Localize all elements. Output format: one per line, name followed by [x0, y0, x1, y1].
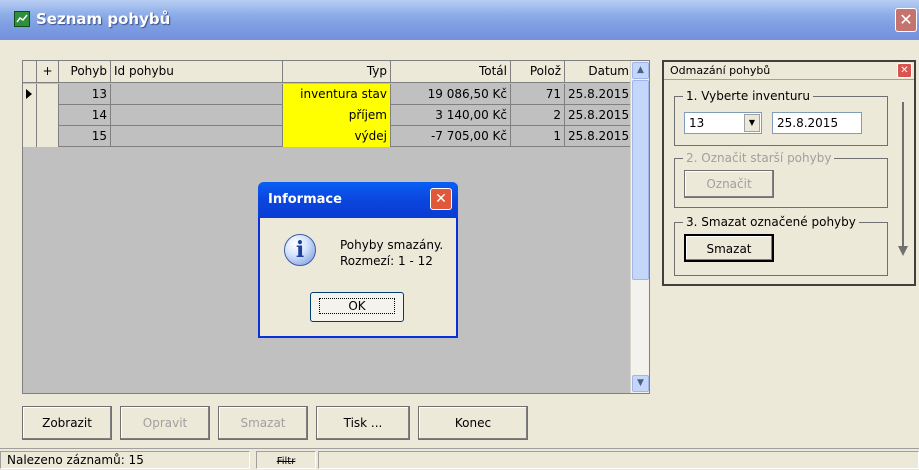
scroll-up-icon[interactable]: ▲: [632, 62, 649, 79]
cell-pohyb[interactable]: 13: [59, 84, 111, 105]
cell-total[interactable]: 3 140,00 Kč: [391, 105, 511, 126]
dialog-titlebar: Informace ✕: [258, 182, 458, 218]
current-row-arrow-icon: [26, 89, 32, 99]
scroll-thumb[interactable]: [632, 80, 649, 280]
grid-header-pohyb[interactable]: Pohyb: [59, 61, 111, 83]
inventory-combo-value: 13: [689, 116, 705, 130]
group-mark-older-label: 2. Označit starší pohyby: [683, 151, 835, 165]
scroll-down-icon[interactable]: ▼: [632, 375, 649, 392]
dialog-title: Informace: [268, 192, 342, 207]
show-button[interactable]: Zobrazit: [22, 406, 112, 440]
table-row[interactable]: 15 výdej -7 705,00 Kč 1 25.8.2015: [23, 126, 633, 147]
chevron-down-icon[interactable]: ▼: [744, 114, 760, 132]
status-bar: Nalezeno záznamů: 15 Filtr: [0, 448, 919, 470]
table-row[interactable]: 13 inventura stav 19 086,50 Kč 71 25.8.2…: [23, 84, 633, 105]
panel-close-icon[interactable]: ✕: [897, 63, 912, 78]
grid-header-total[interactable]: Totál: [391, 61, 511, 83]
record-count: Nalezeno záznamů: 15: [0, 451, 250, 469]
filter-label: Filtr: [276, 456, 296, 467]
cell-typ[interactable]: výdej: [283, 126, 391, 147]
cell-poloz[interactable]: 1: [511, 126, 565, 147]
cell-id-pohybu[interactable]: [111, 84, 283, 105]
dialog-message-line1: Pohyby smazány.: [340, 238, 444, 252]
grid-header-expand[interactable]: +: [37, 61, 59, 83]
edit-button[interactable]: Opravit: [120, 406, 210, 440]
cell-id-pohybu[interactable]: [111, 126, 283, 147]
cell-datum[interactable]: 25.8.2015: [565, 126, 633, 147]
grid-header-indicator: [23, 61, 37, 83]
panel-delete-button[interactable]: Smazat: [684, 234, 774, 262]
inventory-combo[interactable]: 13 ▼: [684, 112, 762, 134]
cell-datum[interactable]: 25.8.2015: [565, 84, 633, 105]
panel-titlebar: Odmazání pohybů ✕: [664, 62, 914, 80]
group-delete-marked-label: 3. Smazat označené pohyby: [683, 215, 859, 229]
ok-button-label: OK: [319, 298, 395, 314]
arrow-down-icon: [898, 246, 908, 256]
cell-pohyb[interactable]: 15: [59, 126, 111, 147]
grid-header-datum[interactable]: Datum: [565, 61, 633, 83]
row-indicator: [23, 126, 37, 147]
window-close-icon[interactable]: [895, 8, 917, 32]
cell-typ[interactable]: inventura stav: [283, 84, 391, 105]
delete-button[interactable]: Smazat: [218, 406, 308, 440]
cell-pohyb[interactable]: 14: [59, 105, 111, 126]
dialog-message-line2: Rozmezí: 1 - 12: [340, 254, 433, 268]
panel-title: Odmazání pohybů: [670, 64, 771, 77]
cell-id-pohybu[interactable]: [111, 105, 283, 126]
grid-header-id-pohybu[interactable]: Id pohybu: [111, 61, 283, 83]
group-select-inventory-label: 1. Vyberte inventuru: [683, 89, 813, 103]
cell-typ[interactable]: příjem: [283, 105, 391, 126]
row-expand[interactable]: [37, 105, 59, 126]
inventory-date-field[interactable]: 25.8.2015: [772, 112, 862, 134]
grid-header-poloz[interactable]: Polož: [511, 61, 565, 83]
delete-movements-panel: Odmazání pohybů ✕ 1. Vyberte inventuru 1…: [662, 60, 916, 286]
app-icon: [14, 11, 30, 27]
info-icon: i: [284, 234, 316, 266]
print-button[interactable]: Tisk ...: [316, 406, 410, 440]
table-row[interactable]: 14 příjem 3 140,00 Kč 2 25.8.2015: [23, 105, 633, 126]
window-title: Seznam pohybů: [36, 10, 171, 28]
filter-indicator[interactable]: Filtr: [256, 451, 316, 469]
panel-scroll-track: [902, 102, 904, 250]
cell-total[interactable]: 19 086,50 Kč: [391, 84, 511, 105]
grid-scrollbar[interactable]: ▲ ▼: [630, 61, 649, 393]
grid-header: + Pohyb Id pohybu Typ Totál Polož Datum: [23, 61, 633, 83]
row-indicator: [23, 84, 37, 105]
row-expand[interactable]: [37, 84, 59, 105]
row-expand[interactable]: [37, 126, 59, 147]
cell-total[interactable]: -7 705,00 Kč: [391, 126, 511, 147]
ok-button[interactable]: OK: [310, 292, 404, 322]
mark-button[interactable]: Označit: [684, 170, 774, 198]
info-dialog: Informace ✕ i Pohyby smazány. Rozmezí: 1…: [258, 182, 458, 338]
cell-poloz[interactable]: 2: [511, 105, 565, 126]
end-button[interactable]: Konec: [418, 406, 528, 440]
dialog-close-icon[interactable]: ✕: [430, 188, 452, 210]
grid-header-typ[interactable]: Typ: [283, 61, 391, 83]
row-indicator: [23, 105, 37, 126]
cell-datum[interactable]: 25.8.2015: [565, 105, 633, 126]
status-empty: [318, 451, 919, 469]
cell-poloz[interactable]: 71: [511, 84, 565, 105]
window-titlebar: Seznam pohybů: [0, 0, 919, 40]
